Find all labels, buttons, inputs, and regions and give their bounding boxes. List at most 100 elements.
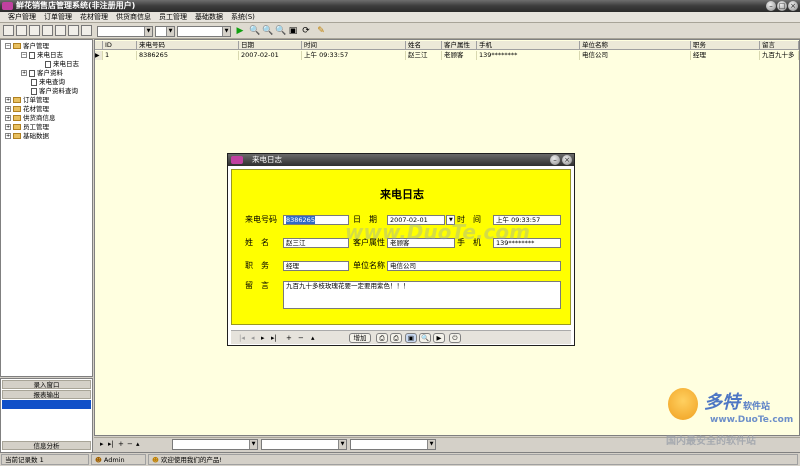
tree-node-flower[interactable]: + 花材管理 — [5, 105, 49, 113]
next-record-icon[interactable]: ▸ — [261, 333, 265, 343]
close-icon[interactable]: × — [788, 1, 798, 11]
collapse-icon[interactable]: − — [21, 52, 27, 58]
column-header[interactable]: 单位名称 — [580, 41, 691, 50]
exit-icon[interactable]: ⏻ — [449, 333, 461, 343]
column-header[interactable]: 姓名 — [406, 41, 442, 50]
print-icon[interactable]: ⎙ — [376, 333, 388, 343]
delete-record-icon[interactable]: − — [127, 440, 133, 449]
operator-combo[interactable]: ▼ — [155, 26, 175, 37]
tool-icon-3[interactable] — [29, 25, 40, 36]
tool-icon-2[interactable] — [16, 25, 27, 36]
column-header[interactable]: 留言 — [760, 41, 799, 50]
tree-node-customer-info[interactable]: + 客户资料 — [21, 69, 63, 77]
collapse-icon[interactable]: − — [5, 43, 11, 49]
dialog-minimize-icon[interactable]: – — [550, 155, 560, 165]
info-analysis-button[interactable]: 信息分析 — [2, 441, 91, 450]
menu-system[interactable]: 系统(S) — [231, 12, 255, 22]
table-cell[interactable]: 139******** — [477, 51, 580, 60]
column-header[interactable]: 时间 — [302, 41, 406, 50]
tree-node-order[interactable]: + 订单管理 — [5, 96, 49, 104]
expand-icon[interactable]: + — [21, 70, 27, 76]
table-cell[interactable]: 老顾客 — [442, 51, 477, 60]
last-record-icon[interactable]: ▸| — [271, 333, 277, 343]
column-header[interactable]: 手机 — [477, 41, 580, 50]
dialog-close-icon[interactable]: × — [562, 155, 572, 165]
column-header[interactable]: 日期 — [239, 41, 302, 50]
play-icon[interactable]: ▶ — [235, 26, 245, 36]
table-cell[interactable]: 赵三江 — [406, 51, 442, 60]
play-icon[interactable]: ▶ — [433, 333, 445, 343]
tree-node-call-query[interactable]: 来电查询 — [31, 78, 65, 86]
tool-icon-5[interactable] — [55, 25, 66, 36]
preview-icon[interactable]: ▣ — [405, 333, 417, 343]
add-record-icon[interactable]: + — [118, 440, 124, 449]
menu-flower[interactable]: 花材管理 — [80, 12, 108, 22]
prev-record-icon[interactable]: ◂ — [251, 333, 255, 343]
edit-record-icon[interactable]: ▴ — [136, 440, 140, 449]
tree-node-calllog[interactable]: − 来电日志 — [21, 51, 63, 59]
report-output-button[interactable]: 报表输出 — [2, 390, 91, 399]
bottom-field-combo[interactable]: ▼ — [172, 439, 258, 450]
add-record-icon[interactable]: + — [286, 333, 292, 343]
tree-node-supplier[interactable]: + 供货商信息 — [5, 114, 56, 122]
tree-node-basedata[interactable]: + 基础数据 — [5, 132, 49, 140]
print-preview-icon[interactable]: ⎙ — [390, 333, 402, 343]
bottom-operator-combo[interactable]: ▼ — [261, 439, 347, 450]
expand-icon[interactable]: + — [5, 124, 11, 130]
table-cell[interactable]: 8386265 — [137, 51, 239, 60]
minimize-icon[interactable]: – — [766, 1, 776, 11]
dialog-form: 来电日志 来电号码 8386265 日 期 2007-02-01 ▼ 时 间 上… — [231, 169, 571, 325]
tree-node-customer-query[interactable]: 客户资料查询 — [31, 87, 78, 95]
column-header[interactable]: ID — [103, 41, 137, 50]
message-field[interactable]: 九百九十多枝玫瑰花要一定要用紫色！！！ — [283, 281, 561, 309]
column-header[interactable]: 客户属性 — [442, 41, 477, 50]
table-cell[interactable]: 经理 — [691, 51, 760, 60]
position-field[interactable]: 经理 — [283, 261, 349, 271]
tool-icon-1[interactable] — [3, 25, 14, 36]
refresh-icon[interactable]: ⟳ — [301, 26, 311, 36]
menu-supplier[interactable]: 供货商信息 — [116, 12, 151, 22]
zoom-icon[interactable]: 🔍 — [262, 26, 273, 36]
selected-panel-bar[interactable] — [2, 400, 91, 409]
tree-node-customer[interactable]: − 客户管理 — [5, 42, 49, 50]
table-cell[interactable]: 2007-02-01 — [239, 51, 302, 60]
tree-node-calllog-leaf[interactable]: 来电日志 — [45, 60, 79, 68]
expand-icon[interactable]: + — [5, 106, 11, 112]
table-cell[interactable]: 1 — [103, 51, 137, 60]
search-icon[interactable]: 🔍 — [249, 26, 260, 36]
table-cell[interactable]: 九百九十多 — [760, 51, 799, 60]
menu-order[interactable]: 订单管理 — [44, 12, 72, 22]
expand-icon[interactable]: + — [5, 133, 11, 139]
table-cell[interactable]: 电信公司 — [580, 51, 691, 60]
delete-record-icon[interactable]: − — [298, 333, 304, 343]
entry-window-button[interactable]: 录入窗口 — [2, 380, 91, 389]
phone-field[interactable]: 8386265 — [283, 215, 349, 225]
name-field[interactable]: 赵三江 — [283, 238, 349, 248]
search-next-icon[interactable]: 🔍 — [275, 26, 286, 36]
tool-icon-6[interactable] — [68, 25, 79, 36]
tool-icon-7[interactable] — [81, 25, 92, 36]
tool-icon-4[interactable] — [42, 25, 53, 36]
column-header[interactable]: 职务 — [691, 41, 760, 50]
column-header[interactable]: 来电号码 — [137, 41, 239, 50]
expand-icon[interactable]: + — [5, 115, 11, 121]
edit-record-icon[interactable]: ▴ — [311, 333, 315, 343]
menu-customer[interactable]: 客户管理 — [8, 12, 36, 22]
maximize-icon[interactable]: □ — [777, 1, 787, 11]
last-record-icon[interactable]: ▸| — [108, 440, 114, 449]
menu-staff[interactable]: 员工管理 — [159, 12, 187, 22]
field-select-combo[interactable]: ▼ — [97, 26, 153, 37]
filter-icon[interactable]: ▣ — [288, 26, 298, 36]
value-combo[interactable]: ▼ — [177, 26, 231, 37]
table-cell[interactable]: 上午 09:33:57 — [302, 51, 406, 60]
pencil-icon[interactable]: ✎ — [316, 26, 326, 36]
search-icon[interactable]: 🔍 — [419, 333, 431, 343]
add-button[interactable]: 增加 — [349, 333, 371, 343]
next-record-icon[interactable]: ▸ — [100, 440, 104, 449]
menu-basedata[interactable]: 基础数据 — [195, 12, 223, 22]
company-field[interactable]: 电信公司 — [387, 261, 561, 271]
bottom-value-combo[interactable]: ▼ — [350, 439, 436, 450]
expand-icon[interactable]: + — [5, 97, 11, 103]
tree-node-staff[interactable]: + 员工管理 — [5, 123, 49, 131]
first-record-icon[interactable]: |◂ — [239, 333, 245, 343]
